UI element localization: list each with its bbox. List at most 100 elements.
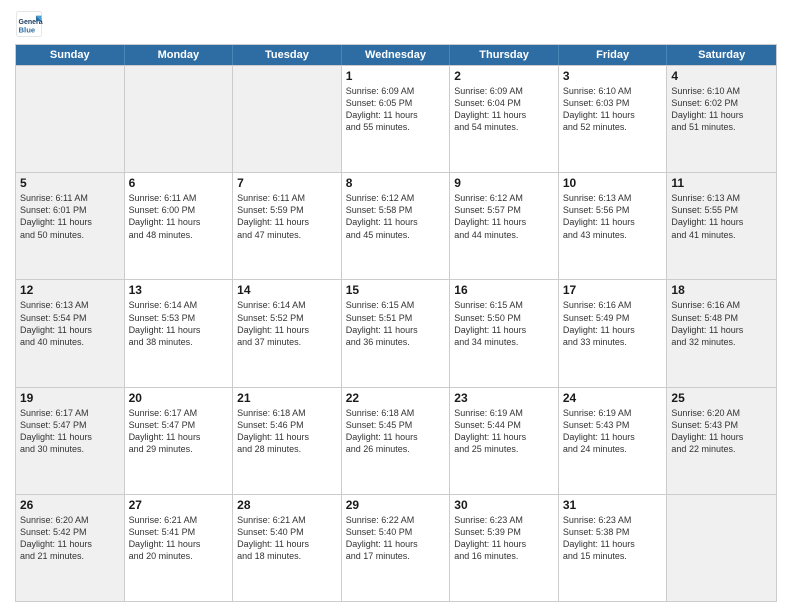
calendar-cell (16, 66, 125, 172)
day-info: Sunrise: 6:11 AM Sunset: 5:59 PM Dayligh… (237, 192, 337, 241)
calendar-cell: 8Sunrise: 6:12 AM Sunset: 5:58 PM Daylig… (342, 173, 451, 279)
logo-icon: General Blue (15, 10, 43, 38)
calendar-cell: 18 Sunrise: 6:16 AM Sunset: 5:48 PM Dayli… (667, 280, 776, 386)
day-number: 8 (346, 176, 446, 190)
weekday-header: Monday (125, 45, 234, 65)
day-info: Sunrise: 6:21 AM Sunset: 5:41 PM Dayligh… (129, 514, 229, 563)
day-info: Sunrise: 6:09 AM Sunset: 6:04 PM Dayligh… (454, 85, 554, 134)
calendar-cell: 6Sunrise: 6:11 AM Sunset: 6:00 PM Daylig… (125, 173, 234, 279)
logo: General Blue (15, 10, 47, 38)
day-number: 14 (237, 283, 337, 297)
day-info: Sunrise: 6:13 AM Sunset: 5:54 PM Dayligh… (20, 299, 120, 348)
calendar-cell: 31 Sunrise: 6:23 AM Sunset: 5:38 PM Dayli… (559, 495, 668, 601)
day-info: Sunrise: 6:19 AM Sunset: 5:44 PM Dayligh… (454, 407, 554, 456)
day-number: 28 (237, 498, 337, 512)
day-number: 13 (129, 283, 229, 297)
day-info: Sunrise: 6:20 AM Sunset: 5:42 PM Dayligh… (20, 514, 120, 563)
day-number: 27 (129, 498, 229, 512)
day-info: Sunrise: 6:15 AM Sunset: 5:50 PM Dayligh… (454, 299, 554, 348)
day-number: 6 (129, 176, 229, 190)
calendar-cell: 2 Sunrise: 6:09 AM Sunset: 6:04 PM Daylig… (450, 66, 559, 172)
calendar-cell: 22 Sunrise: 6:18 AM Sunset: 5:45 PM Dayli… (342, 388, 451, 494)
calendar-cell: 12 Sunrise: 6:13 AM Sunset: 5:54 PM Dayli… (16, 280, 125, 386)
weekday-header: Tuesday (233, 45, 342, 65)
day-info: Sunrise: 6:10 AM Sunset: 6:02 PM Dayligh… (671, 85, 772, 134)
calendar-week: 26 Sunrise: 6:20 AM Sunset: 5:42 PM Dayli… (16, 494, 776, 601)
calendar-body: 1 Sunrise: 6:09 AM Sunset: 6:05 PM Daylig… (16, 65, 776, 601)
day-info: Sunrise: 6:23 AM Sunset: 5:38 PM Dayligh… (563, 514, 663, 563)
day-number: 24 (563, 391, 663, 405)
day-info: Sunrise: 6:14 AM Sunset: 5:52 PM Dayligh… (237, 299, 337, 348)
day-info: Sunrise: 6:22 AM Sunset: 5:40 PM Dayligh… (346, 514, 446, 563)
calendar-cell: 19Sunrise: 6:17 AM Sunset: 5:47 PM Dayli… (16, 388, 125, 494)
day-number: 12 (20, 283, 120, 297)
header: General Blue (15, 10, 777, 38)
day-number: 17 (563, 283, 663, 297)
day-number: 16 (454, 283, 554, 297)
day-number: 20 (129, 391, 229, 405)
calendar-cell: 5Sunrise: 6:11 AM Sunset: 6:01 PM Daylig… (16, 173, 125, 279)
calendar-cell: 26 Sunrise: 6:20 AM Sunset: 5:42 PM Dayli… (16, 495, 125, 601)
calendar-week: 1 Sunrise: 6:09 AM Sunset: 6:05 PM Daylig… (16, 65, 776, 172)
day-info: Sunrise: 6:18 AM Sunset: 5:45 PM Dayligh… (346, 407, 446, 456)
calendar-cell: 30Sunrise: 6:23 AM Sunset: 5:39 PM Dayli… (450, 495, 559, 601)
calendar-cell: 15 Sunrise: 6:15 AM Sunset: 5:51 PM Dayli… (342, 280, 451, 386)
calendar-cell: 23 Sunrise: 6:19 AM Sunset: 5:44 PM Dayli… (450, 388, 559, 494)
day-info: Sunrise: 6:10 AM Sunset: 6:03 PM Dayligh… (563, 85, 663, 134)
calendar-cell: 16 Sunrise: 6:15 AM Sunset: 5:50 PM Dayli… (450, 280, 559, 386)
weekday-header: Wednesday (342, 45, 451, 65)
day-info: Sunrise: 6:13 AM Sunset: 5:56 PM Dayligh… (563, 192, 663, 241)
day-info: Sunrise: 6:15 AM Sunset: 5:51 PM Dayligh… (346, 299, 446, 348)
weekday-header: Friday (559, 45, 668, 65)
weekday-header: Saturday (667, 45, 776, 65)
day-number: 18 (671, 283, 772, 297)
day-info: Sunrise: 6:17 AM Sunset: 5:47 PM Dayligh… (20, 407, 120, 456)
calendar-cell: 4Sunrise: 6:10 AM Sunset: 6:02 PM Daylig… (667, 66, 776, 172)
calendar-cell (667, 495, 776, 601)
day-info: Sunrise: 6:19 AM Sunset: 5:43 PM Dayligh… (563, 407, 663, 456)
calendar-cell: 21Sunrise: 6:18 AM Sunset: 5:46 PM Dayli… (233, 388, 342, 494)
day-number: 1 (346, 69, 446, 83)
calendar-cell: 1 Sunrise: 6:09 AM Sunset: 6:05 PM Daylig… (342, 66, 451, 172)
calendar-cell: 24 Sunrise: 6:19 AM Sunset: 5:43 PM Dayli… (559, 388, 668, 494)
calendar-week: 19Sunrise: 6:17 AM Sunset: 5:47 PM Dayli… (16, 387, 776, 494)
calendar-cell: 29 Sunrise: 6:22 AM Sunset: 5:40 PM Dayli… (342, 495, 451, 601)
day-info: Sunrise: 6:12 AM Sunset: 5:57 PM Dayligh… (454, 192, 554, 241)
calendar-cell: 7Sunrise: 6:11 AM Sunset: 5:59 PM Daylig… (233, 173, 342, 279)
day-number: 25 (671, 391, 772, 405)
day-number: 26 (20, 498, 120, 512)
calendar-cell: 28 Sunrise: 6:21 AM Sunset: 5:40 PM Dayli… (233, 495, 342, 601)
day-number: 15 (346, 283, 446, 297)
weekday-header: Thursday (450, 45, 559, 65)
day-number: 23 (454, 391, 554, 405)
day-info: Sunrise: 6:17 AM Sunset: 5:47 PM Dayligh… (129, 407, 229, 456)
calendar-cell: 3 Sunrise: 6:10 AM Sunset: 6:03 PM Daylig… (559, 66, 668, 172)
calendar-cell (125, 66, 234, 172)
day-number: 31 (563, 498, 663, 512)
calendar-cell: 20 Sunrise: 6:17 AM Sunset: 5:47 PM Dayli… (125, 388, 234, 494)
day-number: 30 (454, 498, 554, 512)
day-info: Sunrise: 6:14 AM Sunset: 5:53 PM Dayligh… (129, 299, 229, 348)
calendar-week: 5Sunrise: 6:11 AM Sunset: 6:01 PM Daylig… (16, 172, 776, 279)
day-info: Sunrise: 6:18 AM Sunset: 5:46 PM Dayligh… (237, 407, 337, 456)
day-number: 29 (346, 498, 446, 512)
day-number: 22 (346, 391, 446, 405)
calendar-header: SundayMondayTuesdayWednesdayThursdayFrid… (16, 45, 776, 65)
day-info: Sunrise: 6:21 AM Sunset: 5:40 PM Dayligh… (237, 514, 337, 563)
day-number: 2 (454, 69, 554, 83)
day-number: 5 (20, 176, 120, 190)
svg-text:Blue: Blue (19, 25, 36, 34)
day-number: 9 (454, 176, 554, 190)
calendar-cell: 17Sunrise: 6:16 AM Sunset: 5:49 PM Dayli… (559, 280, 668, 386)
day-info: Sunrise: 6:09 AM Sunset: 6:05 PM Dayligh… (346, 85, 446, 134)
calendar-cell: 11Sunrise: 6:13 AM Sunset: 5:55 PM Dayli… (667, 173, 776, 279)
day-info: Sunrise: 6:16 AM Sunset: 5:48 PM Dayligh… (671, 299, 772, 348)
calendar-cell: 27 Sunrise: 6:21 AM Sunset: 5:41 PM Dayli… (125, 495, 234, 601)
calendar-cell (233, 66, 342, 172)
calendar: SundayMondayTuesdayWednesdayThursdayFrid… (15, 44, 777, 602)
weekday-header: Sunday (16, 45, 125, 65)
calendar-cell: 25Sunrise: 6:20 AM Sunset: 5:43 PM Dayli… (667, 388, 776, 494)
day-number: 3 (563, 69, 663, 83)
calendar-cell: 14 Sunrise: 6:14 AM Sunset: 5:52 PM Dayli… (233, 280, 342, 386)
calendar-cell: 10Sunrise: 6:13 AM Sunset: 5:56 PM Dayli… (559, 173, 668, 279)
